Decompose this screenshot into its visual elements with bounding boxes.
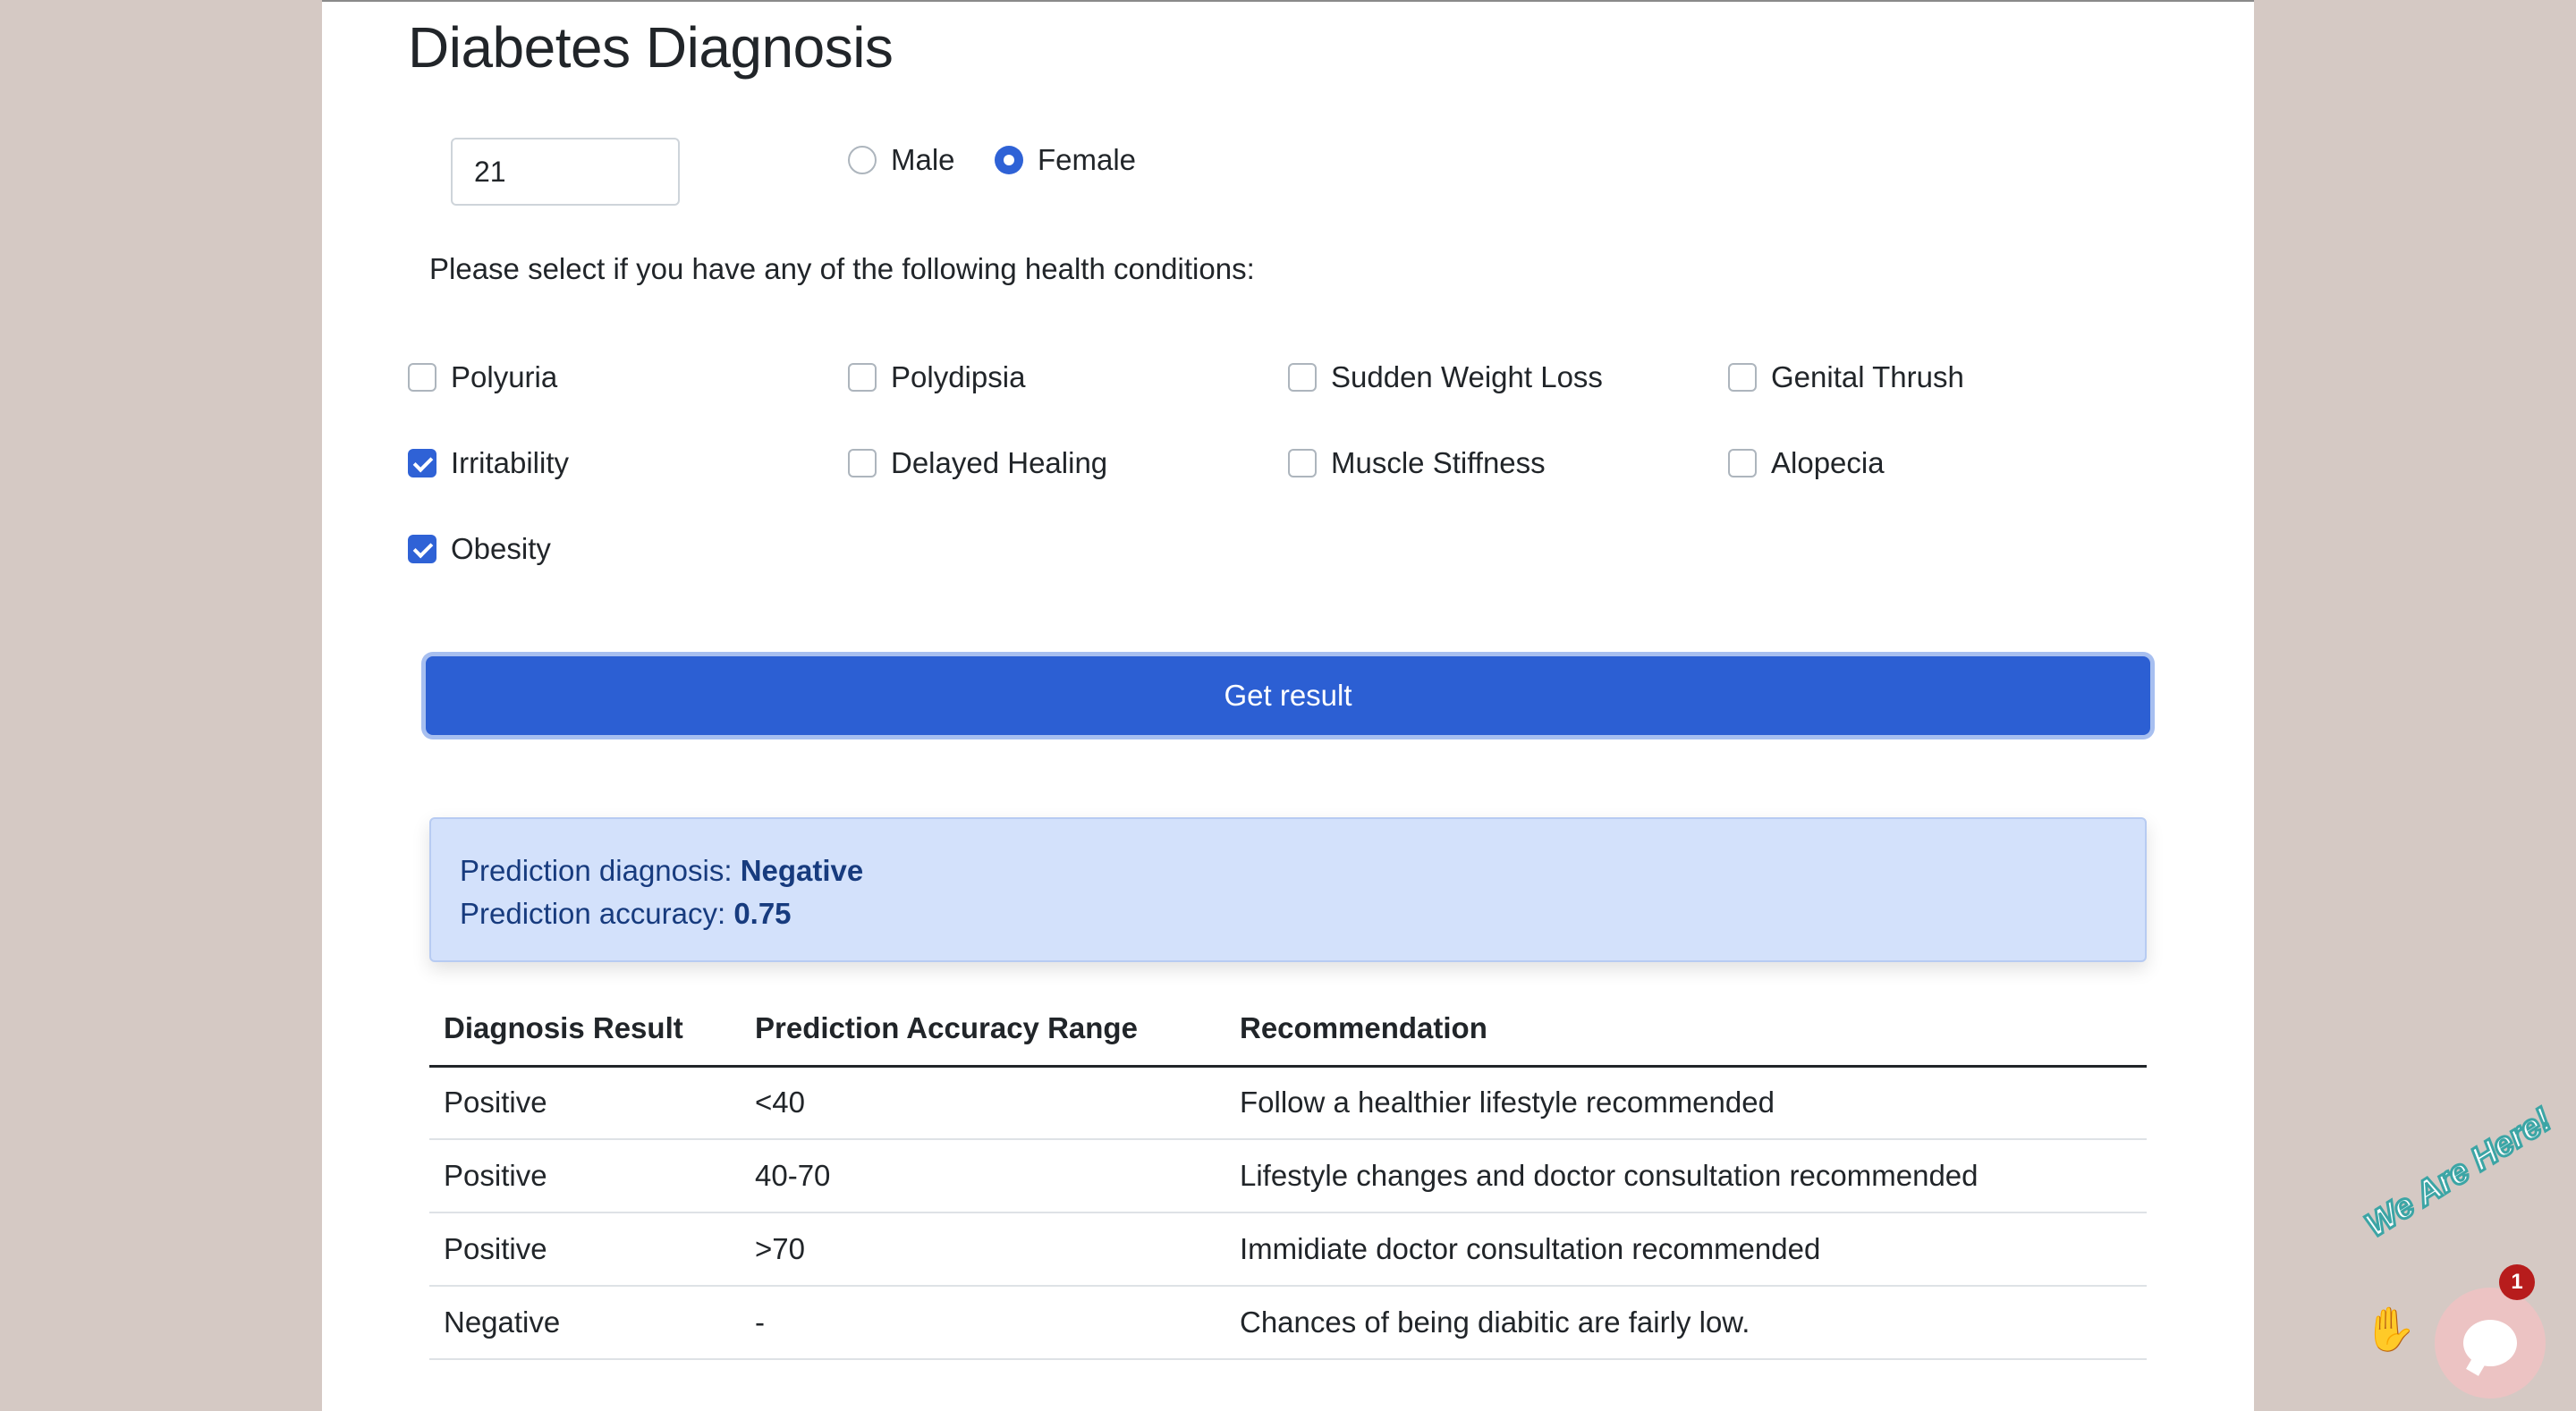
table-row: Negative - Chances of being diabitic are… bbox=[429, 1286, 2147, 1360]
condition-sudden-weight-loss[interactable]: Sudden Weight Loss bbox=[1288, 360, 1728, 393]
cell-recommendation: Immidiate doctor consultation recommende… bbox=[1225, 1212, 2147, 1287]
cell-range: >70 bbox=[741, 1212, 1225, 1287]
chat-widget[interactable]: We Are Here! ✋ 1 bbox=[2347, 1100, 2576, 1411]
cell-range: 40-70 bbox=[741, 1139, 1225, 1213]
age-input[interactable] bbox=[451, 138, 680, 206]
chat-icon bbox=[2463, 1320, 2517, 1366]
chat-banner-text: We Are Here! bbox=[2358, 1100, 2560, 1246]
alopecia-label: Alopecia bbox=[1771, 446, 1885, 479]
irritability-label: Irritability bbox=[451, 446, 570, 479]
accuracy-value: 0.75 bbox=[733, 897, 792, 930]
muscle-stiffness-checkbox[interactable] bbox=[1288, 449, 1317, 477]
cell-diagnosis: Positive bbox=[429, 1212, 741, 1287]
table-row: Positive 40-70 Lifestyle changes and doc… bbox=[429, 1139, 2147, 1213]
cell-recommendation: Chances of being diabitic are fairly low… bbox=[1225, 1286, 2147, 1360]
accuracy-label: Prediction accuracy: bbox=[460, 897, 726, 930]
female-radio[interactable] bbox=[995, 146, 1023, 174]
waving-hand-icon: ✋ bbox=[2363, 1306, 2417, 1354]
gender-option-male[interactable]: Male bbox=[848, 143, 955, 177]
page-title: Diabetes Diagnosis bbox=[408, 15, 894, 80]
condition-obesity[interactable]: Obesity bbox=[408, 532, 848, 565]
recommendation-table: Diagnosis Result Prediction Accuracy Ran… bbox=[429, 993, 2147, 1360]
cell-range: - bbox=[741, 1286, 1225, 1360]
condition-polyuria[interactable]: Polyuria bbox=[408, 360, 848, 393]
table-header-row: Diagnosis Result Prediction Accuracy Ran… bbox=[429, 993, 2147, 1068]
polyuria-checkbox[interactable] bbox=[408, 363, 436, 392]
header-recommendation: Recommendation bbox=[1225, 993, 2147, 1068]
cell-diagnosis: Positive bbox=[429, 1066, 741, 1140]
table-row: Positive <40 Follow a healthier lifestyl… bbox=[429, 1066, 2147, 1140]
muscle-stiffness-label: Muscle Stiffness bbox=[1331, 446, 1546, 479]
condition-muscle-stiffness[interactable]: Muscle Stiffness bbox=[1288, 446, 1728, 479]
male-radio[interactable] bbox=[848, 146, 877, 174]
irritability-checkbox[interactable] bbox=[408, 449, 436, 477]
header-diagnosis-result: Diagnosis Result bbox=[429, 993, 741, 1068]
delayed-healing-checkbox[interactable] bbox=[848, 449, 877, 477]
cell-diagnosis: Negative bbox=[429, 1286, 741, 1360]
diagnosis-label: Prediction diagnosis: bbox=[460, 854, 733, 887]
conditions-grid: Polyuria Polydipsia Sudden Weight Loss G… bbox=[408, 360, 2168, 565]
get-result-button[interactable]: Get result bbox=[426, 656, 2150, 735]
delayed-healing-label: Delayed Healing bbox=[891, 446, 1108, 479]
cell-diagnosis: Positive bbox=[429, 1139, 741, 1213]
header-accuracy-range: Prediction Accuracy Range bbox=[741, 993, 1225, 1068]
genital-thrush-label: Genital Thrush bbox=[1771, 360, 1964, 393]
conditions-prompt: Please select if you have any of the fol… bbox=[429, 252, 1255, 285]
sudden-weight-loss-checkbox[interactable] bbox=[1288, 363, 1317, 392]
condition-delayed-healing[interactable]: Delayed Healing bbox=[848, 446, 1288, 479]
condition-irritability[interactable]: Irritability bbox=[408, 446, 848, 479]
condition-alopecia[interactable]: Alopecia bbox=[1728, 446, 2168, 479]
male-label: Male bbox=[891, 143, 955, 176]
gender-option-female[interactable]: Female bbox=[995, 143, 1136, 177]
cell-recommendation: Lifestyle changes and doctor consultatio… bbox=[1225, 1139, 2147, 1213]
condition-polydipsia[interactable]: Polydipsia bbox=[848, 360, 1288, 393]
diagnosis-value: Negative bbox=[740, 854, 864, 887]
cell-range: <40 bbox=[741, 1066, 1225, 1140]
condition-genital-thrush[interactable]: Genital Thrush bbox=[1728, 360, 2168, 393]
polydipsia-label: Polydipsia bbox=[891, 360, 1026, 393]
main-page: Diabetes Diagnosis Male Female Please se… bbox=[322, 0, 2254, 1411]
prediction-result-alert: Prediction diagnosis: Negative Predictio… bbox=[429, 817, 2147, 962]
obesity-checkbox[interactable] bbox=[408, 535, 436, 563]
cell-recommendation: Follow a healthier lifestyle recommended bbox=[1225, 1066, 2147, 1140]
polydipsia-checkbox[interactable] bbox=[848, 363, 877, 392]
alopecia-checkbox[interactable] bbox=[1728, 449, 1757, 477]
table-row: Positive >70 Immidiate doctor consultati… bbox=[429, 1212, 2147, 1287]
chat-notification-badge: 1 bbox=[2499, 1264, 2535, 1300]
accuracy-line: Prediction accuracy: 0.75 bbox=[460, 892, 2116, 935]
chat-launcher-button[interactable] bbox=[2435, 1288, 2546, 1398]
diagnosis-line: Prediction diagnosis: Negative bbox=[460, 849, 2116, 892]
obesity-label: Obesity bbox=[451, 532, 551, 565]
genital-thrush-checkbox[interactable] bbox=[1728, 363, 1757, 392]
female-label: Female bbox=[1038, 143, 1137, 176]
sudden-weight-loss-label: Sudden Weight Loss bbox=[1331, 360, 1603, 393]
polyuria-label: Polyuria bbox=[451, 360, 558, 393]
